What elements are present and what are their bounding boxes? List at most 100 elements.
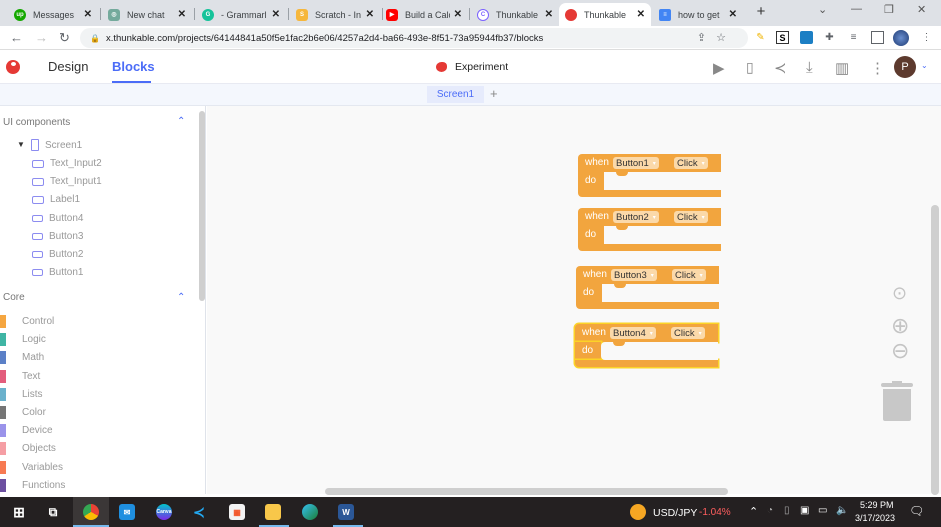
browser-tab-scratch[interactable]: S Scratch - In ✕ [290,3,380,26]
tree-item-label1[interactable]: Label1 [32,194,80,205]
close-tab-icon[interactable]: ✕ [366,9,374,20]
play-icon[interactable]: ▶ [713,59,725,77]
tree-item-text-input1[interactable]: Text_Input1 [32,176,102,187]
add-screen-button[interactable]: + [490,86,498,101]
reload-icon[interactable]: ↻ [59,30,70,46]
close-tab-icon[interactable]: ✕ [545,9,553,20]
ticker-label[interactable]: USD/JPY [653,507,697,519]
tree-item-screen1[interactable]: Screen1 [31,139,82,151]
chevron-down-icon[interactable]: ⌄ [921,61,928,70]
core-category-color[interactable]: Color [0,406,46,419]
close-tab-icon[interactable]: ✕ [637,9,645,20]
restore-icon[interactable]: ❐ [884,3,894,16]
minimize-icon[interactable]: — [851,3,862,15]
file-explorer-taskbar-icon[interactable] [265,504,281,520]
zoom-in-icon[interactable]: ⊕ [891,313,909,339]
share-icon[interactable]: ⇪ [697,32,716,44]
window-close-icon[interactable]: ✕ [917,3,926,16]
extensions-puzzle-icon[interactable]: ✚ [823,31,836,44]
clock-date[interactable]: 3/17/2023 [855,513,895,523]
sidebar-scrollbar[interactable] [199,111,205,301]
project-name[interactable]: Experiment [436,61,508,73]
notifications-icon[interactable]: 🗨 [909,504,924,518]
back-icon[interactable]: ← [10,30,23,45]
tab-search-icon[interactable]: ⌄ [818,3,827,16]
tree-item-button4[interactable]: Button4 [32,213,83,224]
avatar[interactable]: P [894,56,916,78]
core-category-objects[interactable]: Objects [0,442,56,456]
core-category-variables[interactable]: Variables [0,460,63,474]
close-tab-icon[interactable]: ✕ [272,9,280,20]
wifi-icon[interactable]: ◔ [767,505,773,516]
component-dropdown[interactable]: Button4 ▾ [610,327,656,339]
address-bar[interactable]: 🔒 x.thunkable.com/projects/64144841a50f5… [80,28,748,48]
word-taskbar-icon[interactable]: W [338,504,354,520]
tab-screen1[interactable]: Screen1 [427,86,484,103]
workspace-vertical-scrollbar[interactable] [931,205,939,495]
event-dropdown[interactable]: Click ▾ [671,327,705,339]
collapse-ui-components-icon[interactable]: ⌃ [177,116,185,127]
meet-now-icon[interactable]: ▣ [800,505,809,516]
core-category-lists[interactable]: Lists [0,387,43,401]
side-panel-icon[interactable] [871,31,884,44]
share-icon[interactable]: ≺ [774,59,787,77]
core-category-device[interactable]: Device [0,424,53,438]
edge-taskbar-icon[interactable] [302,504,318,520]
event-dropdown[interactable]: Click ▾ [672,269,706,281]
core-category-control[interactable]: Control [0,315,54,328]
tab-design[interactable]: Design [48,59,88,74]
browser-tab-youtube[interactable]: ▶ Build a Calc ✕ [380,3,468,26]
browser-tab-thunkable-active[interactable]: Thunkable ✕ [559,3,651,26]
tree-item-button3[interactable]: Button3 [32,231,83,242]
event-block-button4[interactable]: when do Button4 ▾ Click ▾ [575,324,718,368]
phone-link-icon[interactable]: ▯ [784,505,790,516]
s-extension-icon[interactable]: S [776,31,789,44]
browser-tab-google-docs[interactable]: ≡ how to get ✕ [653,3,743,26]
tab-blocks[interactable]: Blocks [112,59,155,74]
close-tab-icon[interactable]: ✕ [178,9,186,20]
profile-globe-icon[interactable] [893,30,909,46]
mail-taskbar-icon[interactable]: ✉ [119,504,135,520]
tree-item-text-input2[interactable]: Text_Input2 [32,158,102,169]
chrome-taskbar-icon[interactable] [83,504,99,520]
clock-time[interactable]: 5:29 PM [860,500,894,510]
collapse-core-icon[interactable]: ⌃ [177,292,185,303]
event-block-button3[interactable]: when do Button3 ▾ Click ▾ [576,266,719,310]
thunkable-logo[interactable] [6,60,20,74]
canva-taskbar-icon[interactable]: Canva [156,504,172,520]
recenter-target-icon[interactable]: ⊙ [892,283,907,304]
volume-icon[interactable]: 🔈 [836,505,848,516]
chrome-menu-icon[interactable]: ⋮ [920,31,933,44]
event-block-button2[interactable]: when do Button2 ▾ Click ▾ [578,208,721,252]
more-options-icon[interactable]: ⋮ [870,59,885,77]
docs-book-icon[interactable]: ▥ [835,59,849,77]
browser-tab-messages[interactable]: up Messages ✕ [8,3,98,26]
core-category-text[interactable]: Text [0,369,40,383]
blocks-workspace[interactable] [207,106,941,494]
new-tab-button[interactable]: + [752,4,770,22]
ticker-widget-icon[interactable] [630,504,646,520]
bookmark-star-icon[interactable]: ☆ [716,32,736,44]
show-hidden-icons-icon[interactable]: ⌃ [749,505,758,518]
highlighter-extension-icon[interactable]: ✎ [754,31,767,44]
close-tab-icon[interactable]: ✕ [729,9,737,20]
zoom-out-icon[interactable]: ⊖ [891,338,909,364]
live-test-device-icon[interactable]: ▯ [746,59,754,76]
component-dropdown[interactable]: Button2 ▾ [613,211,659,223]
close-tab-icon[interactable]: ✕ [454,9,462,20]
workspace-horizontal-scrollbar[interactable] [325,488,728,495]
core-category-math[interactable]: Math [0,351,44,365]
screenshot-extension-icon[interactable] [800,31,813,44]
component-dropdown[interactable]: Button1 ▾ [613,157,659,169]
browser-tab-new-chat[interactable]: ◎ New chat ✕ [102,3,192,26]
forward-icon[interactable]: → [35,30,48,45]
close-tab-icon[interactable]: ✕ [84,9,92,20]
vscode-taskbar-icon[interactable]: ≺ [191,504,207,520]
core-category-logic[interactable]: Logic [0,333,46,347]
microsoft-store-taskbar-icon[interactable]: ▦ [229,504,245,520]
tree-item-button2[interactable]: Button2 [32,249,83,260]
component-dropdown[interactable]: Button3 ▾ [611,269,657,281]
event-block-button1[interactable]: when do Button1 ▾ Click ▾ [578,154,721,198]
reading-list-icon[interactable]: ≡ [847,31,860,44]
core-category-functions[interactable]: Functions [0,478,65,492]
